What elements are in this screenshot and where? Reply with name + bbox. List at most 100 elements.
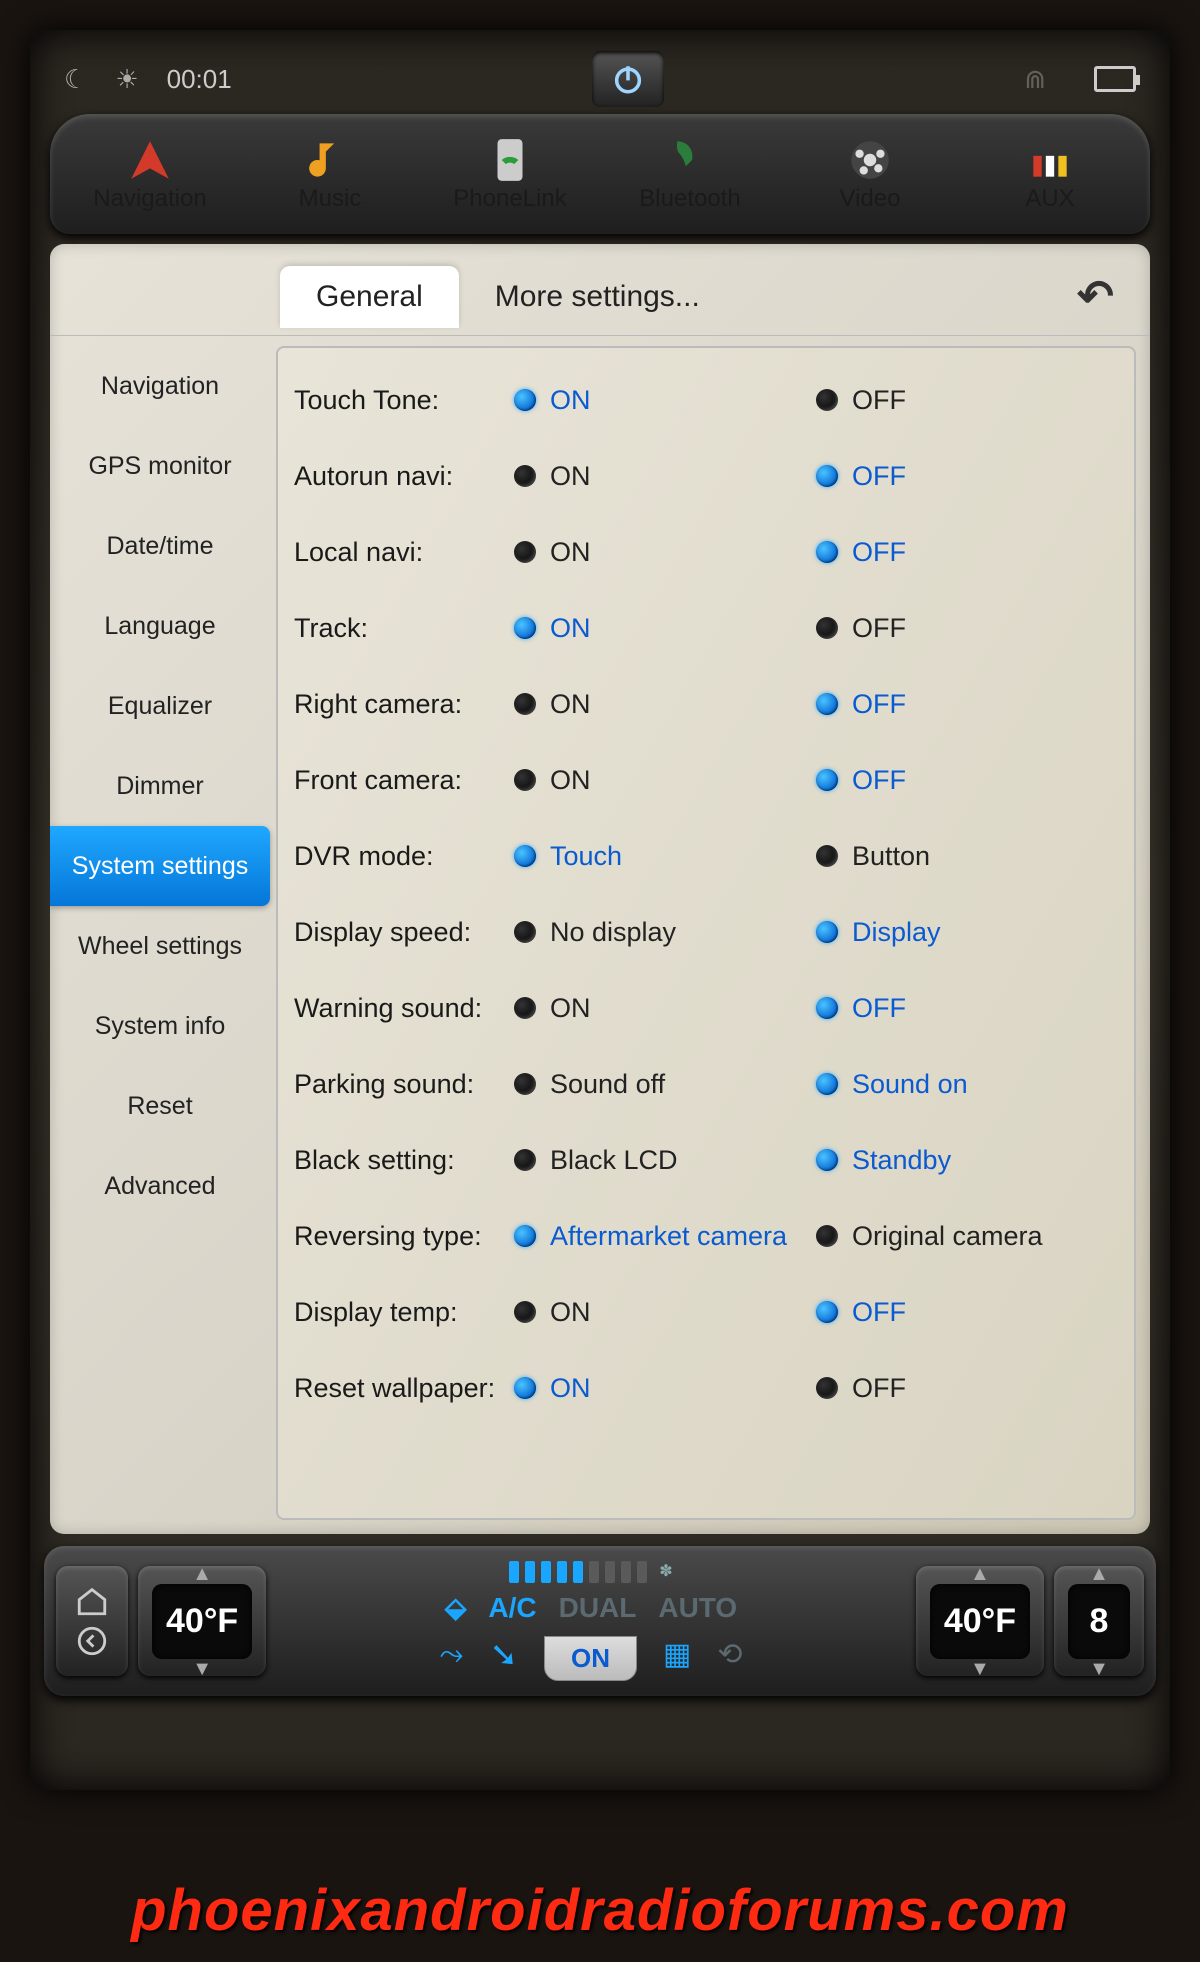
sidebar-item-language[interactable]: Language xyxy=(50,586,270,666)
brightness-icon[interactable]: ☀ xyxy=(115,64,138,95)
option-label: Touch xyxy=(550,841,622,872)
setting-option[interactable]: ON xyxy=(514,993,816,1024)
setting-option[interactable]: ON xyxy=(514,765,816,796)
radio-icon xyxy=(514,997,536,1019)
chevron-up-icon[interactable]: ▲ xyxy=(192,1564,212,1584)
sidebar-item-advanced[interactable]: Advanced xyxy=(50,1146,270,1226)
option-label: ON xyxy=(550,385,591,416)
setting-label: Warning sound: xyxy=(294,993,514,1024)
radio-icon xyxy=(514,845,536,867)
setting-option[interactable]: ON xyxy=(514,613,816,644)
dock-aux[interactable]: AUX xyxy=(960,135,1140,213)
setting-option[interactable]: Touch xyxy=(514,841,816,872)
sidebar-item-date-time[interactable]: Date/time xyxy=(50,506,270,586)
climate-on-button[interactable]: ON xyxy=(544,1636,637,1681)
app-dock: Navigation Music PhoneLink Bluetooth Vid… xyxy=(50,114,1150,234)
back-button[interactable]: ↶ xyxy=(1077,271,1114,322)
chevron-up-icon[interactable]: ▲ xyxy=(970,1564,990,1584)
chevron-up-icon[interactable]: ▲ xyxy=(1089,1564,1109,1584)
home-button[interactable] xyxy=(56,1566,128,1676)
setting-option[interactable]: Aftermarket camera xyxy=(514,1221,816,1252)
radio-icon xyxy=(816,769,838,791)
dock-music[interactable]: Music xyxy=(240,135,420,213)
sidebar-item-dimmer[interactable]: Dimmer xyxy=(50,746,270,826)
setting-option[interactable]: ON xyxy=(514,537,816,568)
battery-icon xyxy=(1094,66,1136,92)
radio-icon xyxy=(514,693,536,715)
ac-button[interactable]: A/C xyxy=(488,1592,536,1624)
radio-icon xyxy=(816,693,838,715)
dock-bluetooth[interactable]: Bluetooth xyxy=(600,135,780,213)
radio-icon xyxy=(514,1073,536,1095)
dock-label: Bluetooth xyxy=(639,185,740,213)
dock-video[interactable]: Video xyxy=(780,135,960,213)
option-label: OFF xyxy=(852,689,906,720)
temp-left[interactable]: ▲ 40°F ▼ xyxy=(138,1566,266,1676)
setting-option[interactable]: OFF xyxy=(816,1297,1118,1328)
setting-option[interactable]: Button xyxy=(816,841,1118,872)
setting-option[interactable]: ON xyxy=(514,1297,816,1328)
setting-row: Right camera:ONOFF xyxy=(294,666,1118,742)
sidebar-item-system-info[interactable]: System info xyxy=(50,986,270,1066)
radio-icon xyxy=(816,465,838,487)
sidebar-item-gps-monitor[interactable]: GPS monitor xyxy=(50,426,270,506)
airflow-icon[interactable]: ⤳ xyxy=(440,1638,464,1672)
option-label: Display xyxy=(852,917,941,948)
auto-button[interactable]: AUTO xyxy=(658,1592,737,1624)
chevron-down-icon[interactable]: ▼ xyxy=(1089,1659,1109,1679)
tab-more-settings[interactable]: More settings... xyxy=(459,266,736,328)
dock-label: AUX xyxy=(1025,185,1074,213)
setting-option[interactable]: OFF xyxy=(816,1373,1118,1404)
night-icon[interactable]: ☾ xyxy=(64,64,87,95)
option-label: OFF xyxy=(852,537,906,568)
sidebar-item-navigation[interactable]: Navigation xyxy=(50,346,270,426)
chevron-down-icon[interactable]: ▼ xyxy=(192,1659,212,1679)
option-label: ON xyxy=(550,461,591,492)
setting-option[interactable]: Sound on xyxy=(816,1069,1118,1100)
dual-button[interactable]: DUAL xyxy=(559,1592,637,1624)
setting-option[interactable]: OFF xyxy=(816,765,1118,796)
setting-option[interactable]: Standby xyxy=(816,1145,1118,1176)
setting-option[interactable]: ON xyxy=(514,689,816,720)
setting-option[interactable]: OFF xyxy=(816,993,1118,1024)
setting-option[interactable]: Original camera xyxy=(816,1221,1118,1252)
dock-label: Video xyxy=(840,185,901,213)
tab-general[interactable]: General xyxy=(280,266,459,328)
setting-row: Display temp:ONOFF xyxy=(294,1274,1118,1350)
tab-bar: General More settings... ↶ xyxy=(50,244,1150,336)
radio-icon xyxy=(816,541,838,563)
setting-option[interactable]: OFF xyxy=(816,385,1118,416)
sidebar-item-reset[interactable]: Reset xyxy=(50,1066,270,1146)
setting-row: Parking sound:Sound offSound on xyxy=(294,1046,1118,1122)
setting-option[interactable]: ON xyxy=(514,385,816,416)
temp-right[interactable]: ▲ 40°F ▼ xyxy=(916,1566,1044,1676)
defrost-front-icon[interactable]: ⬙ xyxy=(445,1591,467,1624)
setting-option[interactable]: ON xyxy=(514,461,816,492)
radio-icon xyxy=(514,465,536,487)
setting-option[interactable]: OFF xyxy=(816,689,1118,720)
option-label: OFF xyxy=(852,461,906,492)
option-label: OFF xyxy=(852,1373,906,1404)
radio-icon xyxy=(816,1301,838,1323)
sidebar-item-wheel-settings[interactable]: Wheel settings xyxy=(50,906,270,986)
setting-option[interactable]: Display xyxy=(816,917,1118,948)
power-button[interactable] xyxy=(592,51,664,107)
dock-phonelink[interactable]: PhoneLink xyxy=(420,135,600,213)
fan-speed[interactable]: ▲ 8 ▼ xyxy=(1054,1566,1144,1676)
setting-option[interactable]: ON xyxy=(514,1373,816,1404)
setting-option[interactable]: OFF xyxy=(816,537,1118,568)
option-label: ON xyxy=(550,613,591,644)
sidebar-item-equalizer[interactable]: Equalizer xyxy=(50,666,270,746)
recirc-icon[interactable]: ⟲ xyxy=(717,1637,742,1672)
airflow-feet-icon[interactable]: ➘ xyxy=(490,1635,519,1675)
setting-option[interactable]: OFF xyxy=(816,461,1118,492)
defrost-rear-icon[interactable]: ▦ xyxy=(663,1637,691,1672)
dock-navigation[interactable]: Navigation xyxy=(60,135,240,213)
radio-icon xyxy=(514,1225,536,1247)
setting-option[interactable]: OFF xyxy=(816,613,1118,644)
sidebar-item-system-settings[interactable]: System settings xyxy=(50,826,270,906)
setting-option[interactable]: No display xyxy=(514,917,816,948)
setting-option[interactable]: Black LCD xyxy=(514,1145,816,1176)
setting-option[interactable]: Sound off xyxy=(514,1069,816,1100)
chevron-down-icon[interactable]: ▼ xyxy=(970,1659,990,1679)
